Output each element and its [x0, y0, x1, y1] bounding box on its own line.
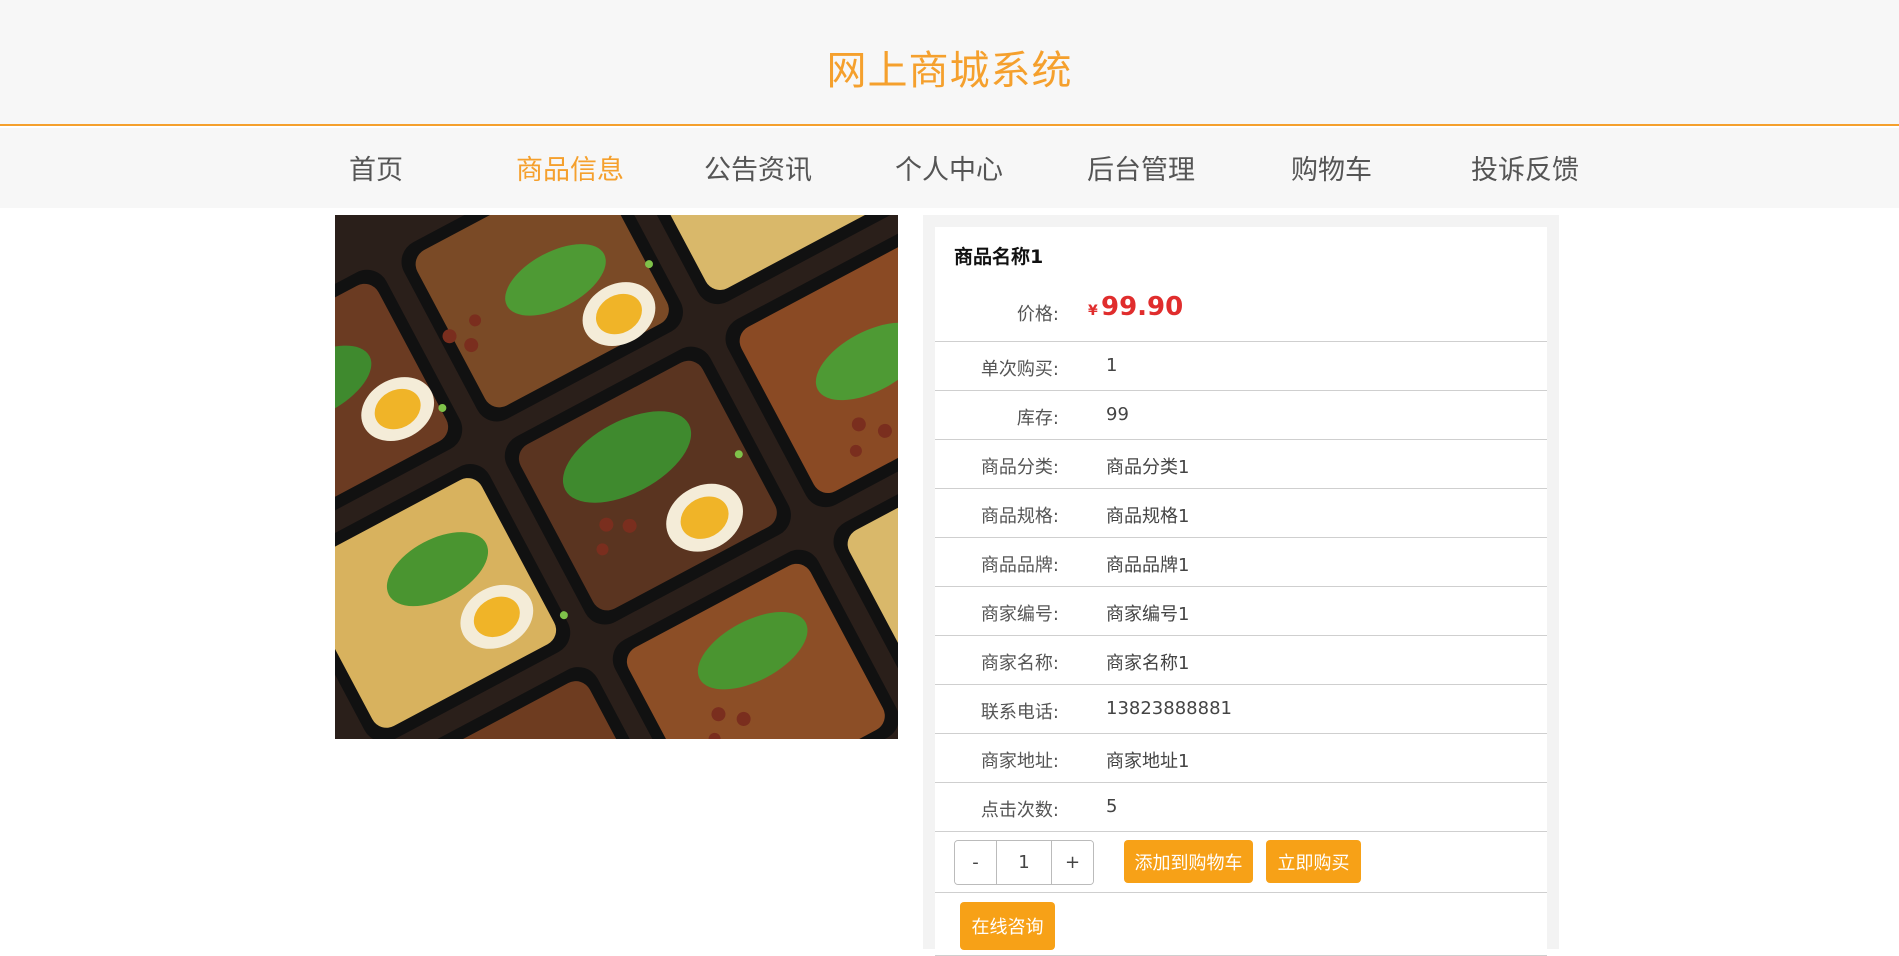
main-nav: 首页 商品信息 公告资讯 个人中心 后台管理 购物车 投诉反馈	[0, 128, 1899, 208]
nav-item-profile[interactable]: 个人中心	[895, 148, 1003, 187]
info-label: 商品品牌:	[980, 555, 1059, 576]
site-header: 网上商城系统	[0, 0, 1899, 126]
info-label: 库存:	[1016, 408, 1059, 429]
info-label: 点击次数:	[980, 800, 1059, 821]
info-value: 商家地址1	[1106, 751, 1190, 772]
info-label: 单次购买:	[980, 359, 1059, 380]
info-value: 商品分类1	[1106, 457, 1190, 478]
info-row-merchant-name: 商家名称: 商家名称1	[935, 636, 1547, 685]
purchase-actions: - 1 + 添加到购物车 立即购买	[935, 830, 1547, 893]
nav-item-feedback[interactable]: 投诉反馈	[1471, 148, 1579, 187]
nav-item-cart[interactable]: 购物车	[1291, 148, 1372, 187]
consult-row: 在线咨询	[935, 893, 1547, 956]
price-row: 价格: ¥ 99.90	[935, 287, 1547, 342]
info-value: 13823888881	[1106, 698, 1232, 719]
decrement-button[interactable]: -	[955, 841, 996, 884]
info-row-phone: 联系电话: 13823888881	[935, 685, 1547, 734]
online-consult-button[interactable]: 在线咨询	[960, 902, 1055, 950]
info-row-stock: 库存: 99	[935, 391, 1547, 440]
buy-now-button[interactable]: 立即购买	[1266, 840, 1361, 883]
info-value: 商品规格1	[1106, 506, 1190, 527]
info-value: 商家编号1	[1106, 604, 1190, 625]
info-label: 商家编号:	[980, 604, 1059, 625]
nav-item-admin[interactable]: 后台管理	[1087, 148, 1195, 187]
info-row-click-count: 点击次数: 5	[935, 783, 1547, 832]
quantity-stepper: - 1 +	[954, 840, 1094, 885]
site-title: 网上商城系统	[826, 48, 1073, 94]
nav-item-news[interactable]: 公告资讯	[704, 148, 812, 187]
quantity-input[interactable]: 1	[996, 841, 1052, 884]
nav-item-home[interactable]: 首页	[349, 148, 403, 187]
info-label: 商品规格:	[980, 506, 1059, 527]
product-image	[335, 215, 898, 739]
info-label: 联系电话:	[980, 702, 1059, 723]
info-value: 商家名称1	[1106, 653, 1190, 674]
product-name: 商品名称1	[954, 246, 1044, 268]
increment-button[interactable]: +	[1052, 841, 1093, 884]
info-value: 商品品牌1	[1106, 555, 1190, 576]
info-value: 1	[1106, 355, 1118, 376]
info-row-brand: 商品品牌: 商品品牌1	[935, 538, 1547, 587]
product-detail-card: 商品名称1 价格: ¥ 99.90 单次购买: 1 库存: 99 商品分类: 商…	[935, 227, 1547, 956]
price-value: 99.90	[1101, 292, 1184, 322]
info-row-spec: 商品规格: 商品规格1	[935, 489, 1547, 538]
info-row-address: 商家地址: 商家地址1	[935, 734, 1547, 783]
nav-item-products[interactable]: 商品信息	[516, 148, 624, 187]
currency-symbol: ¥	[1088, 303, 1098, 319]
info-label: 商家名称:	[980, 653, 1059, 674]
info-label: 商品分类:	[980, 457, 1059, 478]
info-label: 商家地址:	[980, 751, 1059, 772]
info-row-quantity-per-order: 单次购买: 1	[935, 342, 1547, 391]
add-to-cart-button[interactable]: 添加到购物车	[1124, 840, 1253, 883]
info-row-category: 商品分类: 商品分类1	[935, 440, 1547, 489]
info-value: 5	[1106, 796, 1118, 817]
product-detail-panel: 商品名称1 价格: ¥ 99.90 单次购买: 1 库存: 99 商品分类: 商…	[923, 215, 1559, 956]
price-label: 价格:	[1016, 304, 1059, 325]
info-row-merchant-id: 商家编号: 商家编号1	[935, 587, 1547, 636]
info-value: 99	[1106, 404, 1129, 425]
